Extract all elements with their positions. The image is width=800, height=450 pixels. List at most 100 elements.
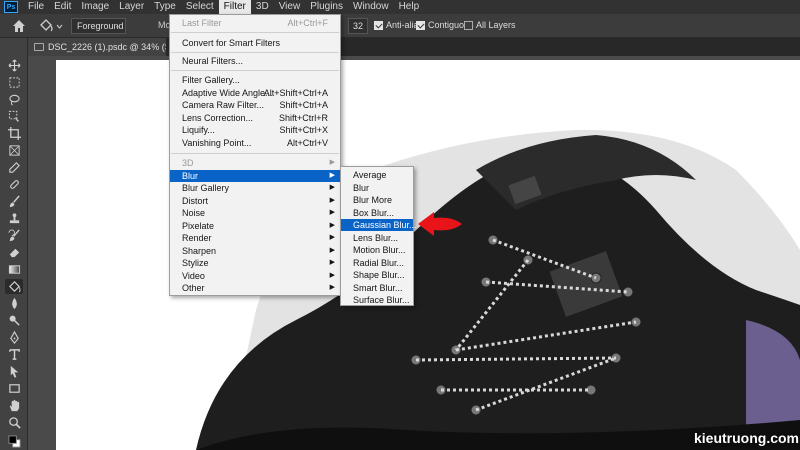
menu-item-3d[interactable]: 3D ▶ (170, 157, 340, 169)
frame-tool-icon[interactable] (5, 143, 23, 158)
menu-item-render[interactable]: Render ▶ (170, 232, 340, 244)
home-icon[interactable] (12, 19, 26, 33)
menu-item-blur-basic[interactable]: Blur (341, 182, 413, 194)
menu-item-average[interactable]: Average (341, 169, 413, 181)
clone-stamp-tool-icon[interactable] (5, 211, 23, 226)
menu-item-liquify[interactable]: Liquify... Shift+Ctrl+X (170, 124, 340, 136)
menu-window[interactable]: Window (348, 0, 394, 14)
vanishing-point-shortcut: Alt+Ctrl+V (286, 138, 328, 148)
last-filter-shortcut: Alt+Ctrl+F (287, 18, 328, 28)
options-bar: Foreground ⌄ Mo 32 Anti-alias Contiguous… (0, 14, 800, 38)
sharpen-label: Sharpen (182, 246, 217, 256)
blur-tool-icon[interactable] (5, 296, 23, 311)
menu-item-surface-blur[interactable]: Surface Blur... (341, 294, 413, 306)
chevron-right-icon: ▶ (329, 284, 335, 291)
gradient-tool-icon[interactable] (5, 262, 23, 277)
menu-separator (171, 32, 339, 33)
menu-item-camera-raw-filter[interactable]: Camera Raw Filter... Shift+Ctrl+A (170, 99, 340, 111)
tools-panel (0, 38, 28, 450)
menu-item-convert-smart-filters[interactable]: Convert for Smart Filters (170, 37, 340, 49)
menu-item-sharpen[interactable]: Sharpen ▶ (170, 245, 340, 257)
fill-source-select[interactable]: Foreground ⌄ (71, 18, 126, 34)
color-swatches-icon[interactable] (5, 434, 23, 449)
pen-tool-icon[interactable] (5, 330, 23, 345)
liquify-label: Liquify... (182, 125, 215, 135)
blur-submenu: Average Blur Blur More Box Blur... Gauss… (340, 166, 417, 306)
menu-item-blur-more[interactable]: Blur More (341, 194, 413, 206)
hand-tool-icon[interactable] (5, 398, 23, 413)
vanishing-point-label: Vanishing Point... (182, 138, 252, 148)
menu-item-other[interactable]: Other ▶ (170, 282, 340, 294)
menu-item-adaptive-wide-angle[interactable]: Adaptive Wide Angle... Alt+Shift+Ctrl+A (170, 87, 340, 99)
history-brush-tool-icon[interactable] (5, 228, 23, 243)
menu-view[interactable]: View (274, 0, 306, 14)
eyedropper-tool-icon[interactable] (5, 160, 23, 175)
menu-item-shape-blur[interactable]: Shape Blur... (341, 269, 413, 281)
menu-file[interactable]: File (23, 0, 49, 14)
menu-filter[interactable]: Filter (218, 0, 251, 14)
type-tool-icon[interactable] (5, 347, 23, 362)
menu-item-video[interactable]: Video ▶ (170, 270, 340, 282)
path-selection-tool-icon[interactable] (5, 364, 23, 379)
menu-item-stylize[interactable]: Stylize ▶ (170, 257, 340, 269)
menu-item-neural-filters[interactable]: Neural Filters... (170, 55, 340, 67)
brush-tool-icon[interactable] (5, 194, 23, 209)
menu-item-box-blur[interactable]: Box Blur... (341, 207, 413, 219)
menu-item-filter-gallery[interactable]: Filter Gallery... (170, 74, 340, 86)
menu-item-motion-blur[interactable]: Motion Blur... (341, 244, 413, 256)
menu-type[interactable]: Type (149, 0, 181, 14)
menu-select[interactable]: Select (181, 0, 219, 14)
distort-label: Distort (182, 196, 209, 206)
paint-bucket-tool-icon[interactable] (5, 279, 23, 294)
last-filter-label: Last Filter (182, 18, 222, 28)
lens-correction-label: Lens Correction... (182, 113, 254, 123)
adaptive-wide-angle-label: Adaptive Wide Angle... (182, 88, 273, 98)
document-title: DSC_2226 (1).psdc @ 34% (Shadow, (48, 42, 166, 52)
menu-item-last-filter[interactable]: Last Filter Alt+Ctrl+F (170, 17, 340, 29)
menu-3d[interactable]: 3D (251, 0, 274, 14)
zoom-tool-icon[interactable] (5, 415, 23, 430)
menu-item-lens-correction[interactable]: Lens Correction... Shift+Ctrl+R (170, 112, 340, 124)
stylize-label: Stylize (182, 258, 209, 268)
menu-plugins[interactable]: Plugins (305, 0, 348, 14)
other-label: Other (182, 283, 205, 293)
document-tab[interactable]: DSC_2226 (1).psdc @ 34% (Shadow, (28, 38, 166, 56)
chevron-right-icon: ▶ (329, 172, 335, 179)
menu-item-smart-blur[interactable]: Smart Blur... (341, 282, 413, 294)
menu-item-lens-blur[interactable]: Lens Blur... (341, 232, 413, 244)
liquify-shortcut: Shift+Ctrl+X (279, 125, 328, 135)
camera-raw-filter-label: Camera Raw Filter... (182, 100, 265, 110)
menu-item-noise[interactable]: Noise ▶ (170, 207, 340, 219)
lasso-tool-icon[interactable] (5, 92, 23, 107)
sneaker-photo (196, 129, 800, 450)
dodge-tool-icon[interactable] (5, 313, 23, 328)
menu-item-pixelate[interactable]: Pixelate ▶ (170, 220, 340, 232)
paint-bucket-preset-icon[interactable] (38, 18, 64, 34)
menu-item-distort[interactable]: Distort ▶ (170, 195, 340, 207)
menu-layer[interactable]: Layer (114, 0, 149, 14)
menu-image[interactable]: Image (76, 0, 114, 14)
object-selection-tool-icon[interactable] (5, 109, 23, 124)
tolerance-input[interactable]: 32 (348, 18, 368, 34)
camera-raw-filter-shortcut: Shift+Ctrl+A (279, 100, 328, 110)
all-layers-checkbox[interactable]: All Layers (464, 20, 516, 30)
filter-gallery-label: Filter Gallery... (182, 75, 240, 85)
menu-item-radial-blur[interactable]: Radial Blur... (341, 257, 413, 269)
healing-brush-tool-icon[interactable] (5, 177, 23, 192)
eraser-tool-icon[interactable] (5, 245, 23, 260)
menu-help[interactable]: Help (394, 0, 425, 14)
crop-tool-icon[interactable] (5, 126, 23, 141)
chevron-down-icon: ⌄ (114, 21, 121, 30)
chevron-right-icon: ▶ (329, 259, 335, 266)
menu-item-vanishing-point[interactable]: Vanishing Point... Alt+Ctrl+V (170, 137, 340, 149)
menu-item-gaussian-blur[interactable]: Gaussian Blur... (341, 219, 417, 231)
photoshop-logo-icon[interactable]: Ps (4, 1, 18, 13)
move-tool-icon[interactable] (5, 58, 23, 73)
menu-item-blur[interactable]: Blur ▶ (170, 170, 340, 182)
rectangle-tool-icon[interactable] (5, 381, 23, 396)
all-layers-label: All Layers (476, 20, 516, 30)
marquee-tool-icon[interactable] (5, 75, 23, 90)
menu-item-blur-gallery[interactable]: Blur Gallery ▶ (170, 182, 340, 194)
menu-edit[interactable]: Edit (49, 0, 76, 14)
document-canvas[interactable] (56, 60, 800, 450)
